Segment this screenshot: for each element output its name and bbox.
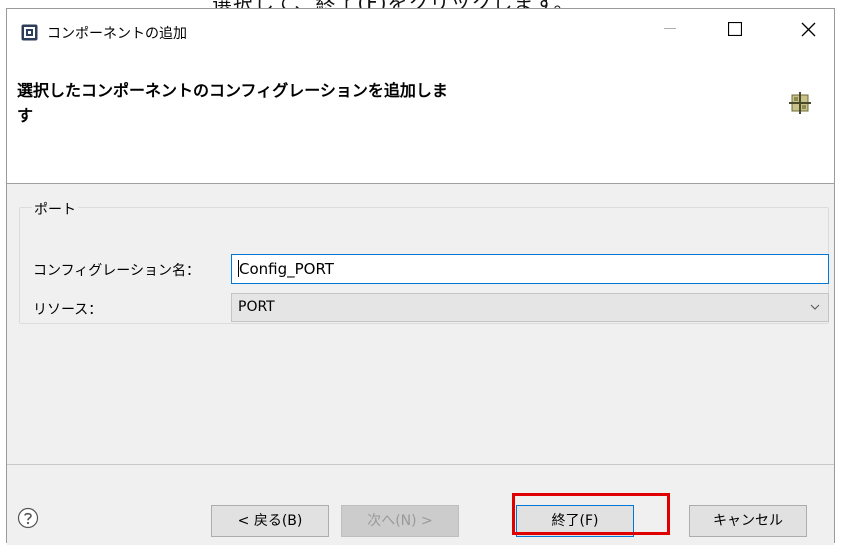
chevron-down-icon bbox=[810, 304, 820, 310]
cancel-button[interactable]: キャンセル bbox=[689, 505, 807, 537]
config-name-value: Config_PORT bbox=[239, 260, 334, 278]
app-chip-icon bbox=[21, 24, 38, 41]
wizard-content: ポート コンフィグレーション名： Config_PORT リソース： PORT bbox=[7, 184, 834, 444]
wizard-header: 選択したコンポーネントのコンフィグレーションを追加します bbox=[7, 56, 834, 184]
close-icon bbox=[801, 22, 815, 36]
config-name-input[interactable]: Config_PORT bbox=[231, 254, 829, 284]
group-label: ポート bbox=[32, 199, 78, 219]
question-mark-icon[interactable] bbox=[17, 507, 39, 529]
port-group: ポート コンフィグレーション名： Config_PORT リソース： PORT bbox=[19, 199, 829, 324]
title-bar: コンポーネントの追加 bbox=[7, 9, 834, 56]
minimize-icon bbox=[664, 28, 676, 29]
header-title: 選択したコンポーネントのコンフィグレーションを追加します bbox=[17, 81, 448, 125]
add-component-dialog: コンポーネントの追加 選択したコンポーネントのコンフィグレーションを追加します bbox=[6, 8, 835, 545]
config-name-label: コンフィグレーション名： bbox=[33, 263, 201, 279]
wizard-footer: < 戻る(B) 次へ(N) > 終了(F) キャンセル bbox=[7, 464, 834, 545]
maximize-icon bbox=[728, 22, 742, 36]
minimize-button[interactable] bbox=[647, 9, 693, 49]
next-button[interactable]: 次へ(N) > bbox=[341, 505, 459, 537]
resource-select[interactable]: PORT bbox=[231, 293, 829, 322]
top-caption: 選択して、終了(F)をクリックします。 bbox=[0, 0, 841, 8]
top-caption-text: 選択して、終了(F)をクリックします。 bbox=[212, 0, 575, 8]
component-grid-icon bbox=[789, 92, 811, 114]
close-button[interactable] bbox=[785, 9, 831, 49]
back-button[interactable]: < 戻る(B) bbox=[211, 505, 329, 537]
maximize-button[interactable] bbox=[712, 9, 758, 49]
resource-value: PORT bbox=[238, 299, 275, 315]
window-title: コンポーネントの追加 bbox=[47, 26, 187, 42]
resource-label: リソース： bbox=[33, 302, 103, 318]
finish-button-highlight bbox=[512, 493, 670, 535]
